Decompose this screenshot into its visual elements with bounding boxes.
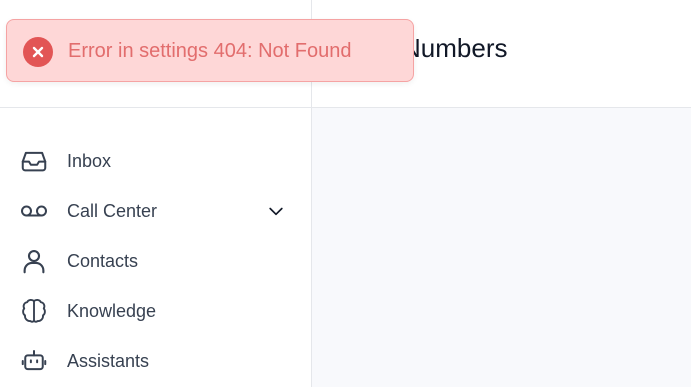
sidebar-item-label: Contacts: [67, 250, 139, 271]
main-content: [312, 108, 691, 387]
sidebar-item-label: Assistants: [67, 350, 150, 371]
close-circle-icon[interactable]: [23, 37, 53, 67]
toast-message: Error in settings 404: Not Found: [68, 40, 352, 62]
page-title: Numbers: [402, 33, 508, 63]
sidebar-item-label: Call Center: [67, 200, 158, 221]
sidebar-item-assistants[interactable]: Assistants: [0, 336, 311, 386]
user-icon: [19, 246, 49, 276]
brain-icon: [19, 296, 49, 326]
sidebar-item-knowledge[interactable]: Knowledge: [0, 286, 311, 336]
sidebar-item-label: Knowledge: [67, 300, 157, 321]
bot-icon: [19, 346, 49, 376]
voicemail-icon: [19, 196, 49, 226]
sidebar-item-label: Inbox: [67, 150, 112, 171]
sidebar-item-inbox[interactable]: Inbox: [0, 136, 311, 186]
app: Inbox Call Center Contacts Knowledge Ass…: [0, 0, 691, 387]
sidebar-item-call-center[interactable]: Call Center: [0, 186, 311, 236]
sidebar-item-contacts[interactable]: Contacts: [0, 236, 311, 286]
chevron-down-icon[interactable]: [264, 199, 288, 223]
error-toast[interactable]: Error in settings 404: Not Found: [6, 19, 414, 82]
sidebar-nav: Inbox Call Center Contacts Knowledge Ass…: [0, 108, 311, 386]
inbox-icon: [19, 146, 49, 176]
